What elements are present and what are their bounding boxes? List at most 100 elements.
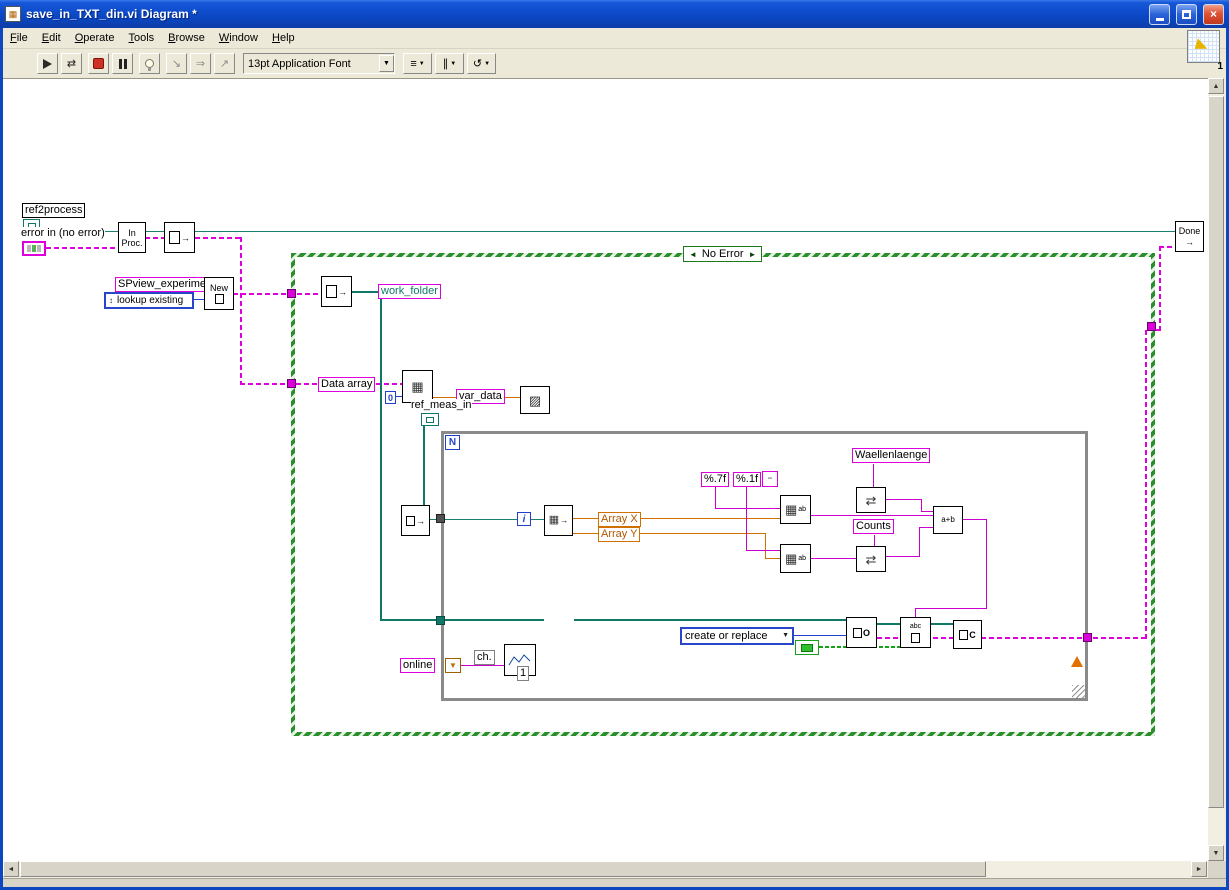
scrollbar-corner bbox=[1208, 861, 1226, 878]
reorder-objects-button[interactable]: ↺ ▼ bbox=[467, 53, 496, 74]
case-next-arrow-icon[interactable]: ► bbox=[748, 250, 756, 259]
menu-operate[interactable]: Operate bbox=[68, 30, 122, 46]
tunnel-data-array[interactable] bbox=[287, 379, 296, 388]
create-dropdown-icon[interactable]: ▼ bbox=[782, 630, 789, 642]
new-folder-subvi[interactable]: New bbox=[204, 277, 234, 310]
scroll-left-button[interactable]: ◄ bbox=[3, 861, 19, 877]
open-folder-node[interactable]: → bbox=[321, 276, 352, 307]
scroll-right-button[interactable]: ► bbox=[1191, 861, 1207, 877]
align-objects-button[interactable]: ≡ ▼ bbox=[403, 53, 432, 74]
wire-error-inproc-file[interactable] bbox=[145, 237, 164, 239]
format-string-a[interactable]: %.7f bbox=[701, 472, 730, 487]
ref-meas-in-label[interactable]: ref_meas_in bbox=[411, 399, 472, 412]
ref2process-label[interactable]: ref2process bbox=[22, 203, 86, 218]
array-subset-node[interactable]: → bbox=[401, 505, 430, 536]
step-over-button[interactable]: ⇒ bbox=[190, 53, 211, 74]
in-proc-subvi[interactable]: In Proc. bbox=[118, 222, 146, 253]
maximize-button[interactable] bbox=[1176, 3, 1197, 25]
run-continuous-button[interactable]: ⇄ bbox=[61, 53, 82, 74]
font-selector[interactable]: 13pt Application Font ▼ bbox=[243, 53, 395, 74]
number-to-string-node-2[interactable]: ⇄ bbox=[856, 546, 886, 572]
distribute-objects-button[interactable]: ∥ ▼ bbox=[435, 53, 464, 74]
loop-count-terminal[interactable]: N bbox=[445, 435, 460, 450]
abort-button[interactable] bbox=[88, 53, 109, 74]
create-or-replace-enum[interactable]: create or replace ▼ bbox=[680, 627, 794, 645]
wire-error-to-done[interactable] bbox=[1159, 246, 1175, 248]
wire-error-in[interactable] bbox=[46, 247, 118, 249]
menu-file[interactable]: File bbox=[3, 30, 35, 46]
tunnel-loop-error[interactable] bbox=[1083, 633, 1092, 642]
string-constant-node[interactable]: ▫▫ bbox=[762, 471, 778, 487]
step-out-icon: ↗ bbox=[219, 58, 230, 70]
menu-browse[interactable]: Browse bbox=[161, 30, 212, 46]
waellenlaenge-label[interactable]: Waellenlaenge bbox=[852, 448, 931, 463]
loop-conditional-icon[interactable] bbox=[1071, 656, 1083, 667]
zero-constant[interactable]: 0 bbox=[385, 391, 396, 404]
unbundle-node[interactable]: ▦ → bbox=[544, 505, 573, 536]
menu-window[interactable]: Window bbox=[212, 30, 265, 46]
diagram-canvas[interactable]: ◄ No Error ► N i ref2process error in (n… bbox=[3, 78, 1208, 861]
online-ring[interactable]: ▼ bbox=[445, 658, 461, 673]
string-cells-icon: ▫▫ bbox=[767, 476, 773, 482]
chart-number-constant[interactable]: 1 bbox=[517, 666, 530, 681]
wire-lookup-enum[interactable] bbox=[194, 299, 204, 300]
tunnel-loop-path[interactable] bbox=[436, 616, 445, 625]
error-in-terminal[interactable] bbox=[22, 241, 46, 256]
tunnel-new-path[interactable] bbox=[287, 289, 296, 298]
write-file-node[interactable]: abc bbox=[900, 617, 931, 648]
horizontal-scrollbar[interactable]: ◄ ► bbox=[3, 861, 1208, 878]
lookup-existing-enum[interactable]: ↕ lookup existing bbox=[104, 292, 194, 309]
case-selector[interactable]: ◄ No Error ► bbox=[683, 246, 763, 262]
work-folder-label[interactable]: work_folder bbox=[378, 284, 441, 299]
tunnel-loop-index[interactable] bbox=[436, 514, 445, 523]
counts-label[interactable]: Counts bbox=[853, 519, 894, 534]
array-x-label[interactable]: Array X bbox=[598, 512, 641, 527]
highlight-execution-button[interactable] bbox=[139, 53, 160, 74]
enum-updown-icon[interactable]: ↕ bbox=[109, 295, 113, 307]
format-string-b[interactable]: %.1f bbox=[733, 472, 762, 487]
concatenate-strings-node[interactable]: a+b bbox=[933, 506, 963, 534]
loop-resize-handle[interactable] bbox=[1072, 685, 1085, 698]
vertical-scrollbar[interactable]: ▲ ▼ bbox=[1208, 78, 1225, 861]
open-create-file-node[interactable]: O bbox=[846, 617, 877, 648]
case-prev-arrow-icon[interactable]: ◄ bbox=[689, 250, 697, 259]
menu-edit[interactable]: Edit bbox=[35, 30, 68, 46]
vertical-scroll-thumb[interactable] bbox=[1208, 96, 1224, 808]
horizontal-scroll-thumb[interactable] bbox=[20, 861, 986, 877]
wire-data-vertical[interactable] bbox=[240, 237, 242, 384]
ref-meas-in-terminal[interactable] bbox=[421, 413, 439, 426]
done-terminal[interactable]: Done → bbox=[1175, 221, 1204, 252]
spview-experiment-label[interactable]: SPview_experiment bbox=[115, 277, 219, 292]
boolean-constant[interactable] bbox=[795, 640, 819, 655]
scroll-up-icon: ▲ bbox=[1212, 82, 1220, 90]
font-dropdown-arrow-icon[interactable]: ▼ bbox=[379, 55, 394, 72]
wire-error-up-outside[interactable] bbox=[1159, 246, 1161, 331]
vi-icon[interactable] bbox=[1187, 30, 1220, 63]
pause-button[interactable] bbox=[112, 53, 133, 74]
close-file-node[interactable]: C bbox=[953, 620, 982, 649]
data-array-label[interactable]: Data array bbox=[318, 377, 376, 392]
menu-help[interactable]: Help bbox=[265, 30, 302, 46]
step-out-button[interactable]: ↗ bbox=[214, 53, 235, 74]
error-in-label[interactable]: error in (no error) bbox=[21, 227, 105, 240]
array-to-string-node-1[interactable]: ▦ ab bbox=[780, 495, 811, 524]
channel-label[interactable]: ch. bbox=[474, 650, 495, 665]
tunnel-error-out[interactable] bbox=[1147, 322, 1156, 331]
menu-tools[interactable]: Tools bbox=[121, 30, 161, 46]
close-button[interactable]: × bbox=[1203, 3, 1224, 25]
step-into-button[interactable]: ↘ bbox=[166, 53, 187, 74]
number-to-string-node-1[interactable]: ⇄ bbox=[856, 487, 886, 513]
array-to-string-node-2[interactable]: ▦ ab bbox=[780, 544, 811, 573]
loop-iteration-terminal[interactable]: i bbox=[517, 512, 531, 526]
open-file-ref-node[interactable]: → bbox=[164, 222, 195, 253]
scroll-down-button[interactable]: ▼ bbox=[1208, 845, 1224, 861]
zero-value: 0 bbox=[387, 392, 393, 403]
scroll-up-button[interactable]: ▲ bbox=[1208, 78, 1224, 94]
array-y-label[interactable]: Array Y bbox=[598, 527, 641, 542]
minimize-button[interactable] bbox=[1149, 3, 1170, 25]
property-node[interactable]: ▨ bbox=[520, 386, 550, 414]
online-label[interactable]: online bbox=[400, 658, 436, 673]
run-button[interactable] bbox=[37, 53, 58, 74]
wire-error-file-out[interactable] bbox=[195, 237, 240, 239]
wire-refnum-top[interactable] bbox=[41, 231, 1175, 232]
